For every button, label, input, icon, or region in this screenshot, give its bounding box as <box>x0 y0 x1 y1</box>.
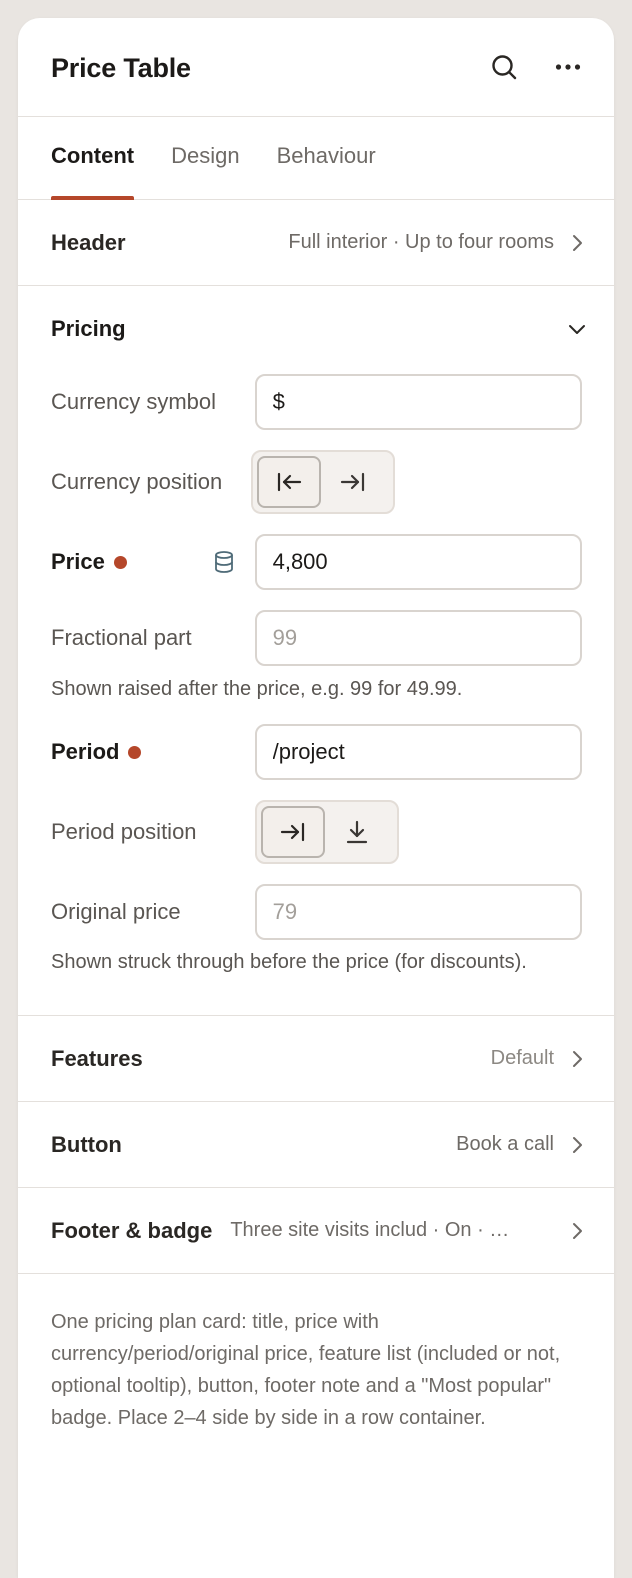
period-position-row: Period position <box>18 800 614 864</box>
tab-bar: Content Design Behaviour <box>18 117 614 200</box>
chevron-down-icon <box>568 320 586 338</box>
fractional-part-hint: Shown raised after the price, e.g. 99 fo… <box>51 678 463 700</box>
tab-content[interactable]: Content <box>51 117 135 200</box>
tab-behaviour[interactable]: Behaviour <box>277 117 376 199</box>
section-footer-badge-label: Footer & badge <box>51 1217 213 1243</box>
section-header-value: Full interior · Up to four rooms <box>288 231 554 253</box>
fractional-part-label: Fractional part <box>51 625 192 650</box>
section-button[interactable]: Button Book a call <box>18 1102 614 1188</box>
currency-position-label: Currency position <box>51 469 223 494</box>
currency-position-after-button[interactable] <box>321 456 385 508</box>
period-position-below-button[interactable] <box>325 806 389 858</box>
panel-title: Price Table <box>51 52 191 83</box>
currency-position-toggle <box>251 450 395 514</box>
section-button-label: Button <box>51 1131 122 1157</box>
period-label: Period <box>51 739 120 764</box>
more-options-button[interactable] <box>550 49 586 85</box>
section-pricing-toggle[interactable]: Pricing <box>18 286 614 372</box>
chevron-right-icon <box>568 1222 586 1240</box>
period-position-label: Period position <box>51 819 197 844</box>
price-input[interactable] <box>254 534 582 590</box>
section-footer-badge[interactable]: Footer & badge Three site visits includ … <box>18 1188 614 1274</box>
required-dot <box>113 555 127 569</box>
period-position-inline-button[interactable] <box>261 806 325 858</box>
period-position-toggle <box>255 800 399 864</box>
search-icon <box>492 55 517 80</box>
currency-position-before-button[interactable] <box>257 456 321 508</box>
align-end-arrow-icon <box>340 472 365 492</box>
chevron-right-icon <box>568 234 586 252</box>
tab-design[interactable]: Design <box>171 117 239 199</box>
price-label-group: Price <box>51 547 255 577</box>
section-features-label: Features <box>51 1045 143 1071</box>
fractional-part-input[interactable] <box>254 610 582 666</box>
database-icon[interactable] <box>213 550 235 574</box>
currency-symbol-input[interactable] <box>254 374 582 430</box>
period-row: Period <box>18 724 614 780</box>
original-price-row: Original price <box>18 884 614 940</box>
search-button[interactable] <box>486 49 522 85</box>
section-button-value: Book a call <box>456 1133 554 1155</box>
price-row: Price <box>18 534 614 590</box>
chevron-right-icon <box>568 1136 586 1154</box>
arrow-down-to-line-icon <box>346 820 368 844</box>
section-pricing: Pricing Currency symbol Currency positio… <box>18 286 614 1016</box>
section-header[interactable]: Header Full interior · Up to four rooms <box>18 200 614 286</box>
fractional-part-row: Fractional part <box>18 610 614 666</box>
currency-symbol-label: Currency symbol <box>51 389 217 414</box>
align-end-arrow-icon <box>280 822 305 842</box>
original-price-label: Original price <box>51 899 181 924</box>
component-description: One pricing plan card: title, price with… <box>51 1311 561 1429</box>
panel-header: Price Table <box>18 18 614 117</box>
period-input[interactable] <box>254 724 582 780</box>
period-label-group: Period <box>51 737 255 767</box>
align-start-arrow-icon <box>277 472 302 492</box>
required-dot <box>128 745 142 759</box>
section-pricing-label: Pricing <box>51 316 126 341</box>
chevron-right-icon <box>568 1050 586 1068</box>
more-horizontal-icon <box>555 64 581 70</box>
original-price-input[interactable] <box>254 884 582 940</box>
price-label: Price <box>51 549 105 574</box>
settings-panel: Price Table Content Design Behaviour Hea… <box>18 18 614 1578</box>
original-price-hint: Shown struck through before the price (f… <box>51 951 527 973</box>
section-features-value: Default <box>490 1047 554 1069</box>
section-header-label: Header <box>51 229 126 255</box>
currency-position-row: Currency position <box>18 450 614 514</box>
currency-symbol-row: Currency symbol <box>18 374 614 430</box>
section-features[interactable]: Features Default <box>18 1016 614 1102</box>
section-footer-badge-value: Three site visits includ · On · … <box>230 1219 510 1241</box>
